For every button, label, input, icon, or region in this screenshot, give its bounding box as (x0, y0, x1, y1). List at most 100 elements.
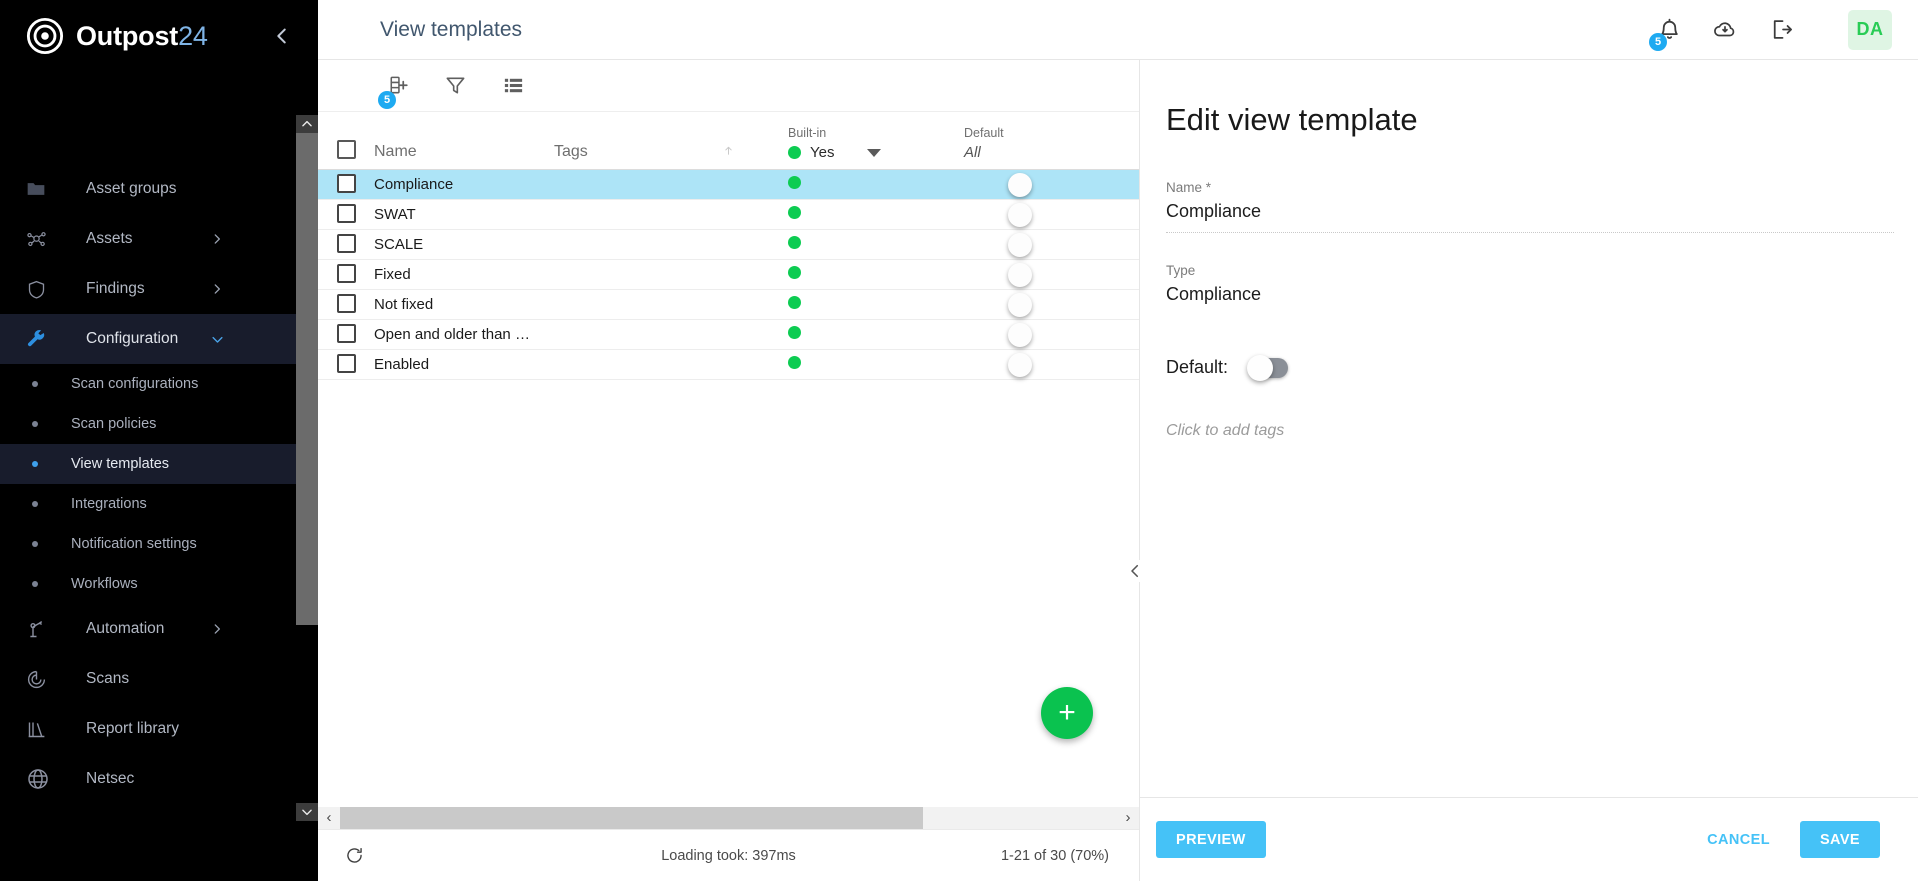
sort-ascending-icon (725, 146, 732, 155)
logout-icon[interactable] (1768, 17, 1794, 43)
cancel-button[interactable]: CANCEL (1691, 821, 1786, 858)
sidebar-item-label: Automation (86, 620, 165, 637)
default-filter-value[interactable]: All (964, 144, 1134, 161)
chevron-left-icon[interactable] (270, 24, 294, 48)
sidebar-item-integrations[interactable]: Integrations (0, 484, 318, 524)
row-checkbox[interactable] (336, 204, 356, 223)
row-spacer (722, 303, 788, 307)
horizontal-scroll-track[interactable] (340, 807, 1117, 829)
caret-down-icon[interactable] (867, 148, 882, 157)
chevron-down-icon[interactable] (296, 803, 318, 821)
table-status-bar: Loading took: 397ms 1-21 of 30 (70%) (318, 829, 1139, 881)
scroll-left-icon[interactable]: ‹ (318, 807, 340, 829)
chevron-left-icon[interactable] (1124, 560, 1146, 582)
sidebar-item-asset-groups[interactable]: Asset groups (0, 164, 318, 214)
green-status-dot-icon (788, 146, 801, 159)
filter-funnel-icon[interactable] (442, 73, 468, 99)
avatar[interactable]: DA (1848, 9, 1892, 50)
green-status-dot-icon (788, 325, 801, 339)
sidebar-item-report-library[interactable]: Report library (0, 704, 318, 754)
table-row[interactable]: Fixed (318, 260, 1139, 290)
sidebar-item-configuration[interactable]: Configuration (0, 314, 318, 364)
globe-icon (26, 768, 56, 790)
scroll-right-icon[interactable]: › (1117, 807, 1139, 829)
default-toggle[interactable] (1247, 354, 1289, 381)
sidebar-item-label: Scan policies (71, 416, 157, 432)
row-checkbox[interactable] (336, 324, 356, 343)
row-default (964, 326, 1134, 344)
table-row[interactable]: Compliance (318, 170, 1139, 200)
sidebar-item-findings[interactable]: Findings (0, 264, 318, 314)
row-checkbox[interactable] (336, 234, 356, 253)
sidebar-item-scan-policies[interactable]: Scan policies (0, 404, 318, 444)
green-status-dot-icon (788, 175, 801, 189)
column-header-tags[interactable]: Tags (554, 143, 722, 161)
sidebar-item-assets[interactable]: Assets (0, 214, 318, 264)
horizontal-scroll-thumb[interactable] (340, 807, 923, 829)
row-spacer (722, 333, 788, 337)
sidebar-item-label: Asset groups (86, 180, 177, 197)
row-checkbox[interactable] (336, 264, 356, 283)
row-checkbox-cell (318, 234, 374, 255)
table-row[interactable]: Open and older than … (318, 320, 1139, 350)
row-checkbox[interactable] (336, 294, 356, 313)
sidebar-item-notification-settings[interactable]: Notification settings (0, 524, 318, 564)
row-checkbox-cell (318, 354, 374, 375)
table-row[interactable]: SWAT (318, 200, 1139, 230)
select-all-checkbox[interactable] (336, 140, 356, 159)
automation-icon (26, 618, 56, 640)
sidebar-item-netsec[interactable]: Netsec (0, 754, 318, 804)
table-row[interactable]: SCALE (318, 230, 1139, 260)
column-header-default[interactable]: Default All (964, 126, 1134, 161)
list-view-icon[interactable] (500, 73, 526, 99)
table-row[interactable]: Enabled (318, 350, 1139, 380)
row-checkbox[interactable] (336, 174, 356, 193)
add-column-icon[interactable]: 5 (378, 73, 410, 109)
page-title: View templates (380, 17, 523, 41)
sidebar-item-scans[interactable]: Scans (0, 654, 318, 704)
cloud-download-icon[interactable] (1712, 17, 1738, 43)
sort-indicator-cell[interactable] (722, 144, 788, 161)
column-header-label: Tags (554, 143, 588, 160)
row-checkbox-cell (318, 174, 374, 195)
sidebar-item-label: Configuration (86, 330, 179, 347)
top-bar: View templates 5 DA (318, 0, 1918, 60)
refresh-icon[interactable] (344, 845, 366, 867)
name-input[interactable]: Compliance (1166, 201, 1894, 233)
column-header-builtin[interactable]: Built-in Yes (788, 126, 964, 161)
bullet-icon (32, 501, 38, 507)
sidebar-item-label: Scans (86, 670, 130, 687)
add-template-button[interactable]: + (1041, 687, 1093, 739)
save-button[interactable]: SAVE (1799, 821, 1880, 858)
sidebar-item-scan-configurations[interactable]: Scan configurations (0, 364, 318, 404)
column-header-label: Name (374, 143, 417, 160)
notifications-bell-icon[interactable]: 5 (1649, 17, 1682, 51)
bullet-icon (32, 541, 38, 547)
row-spacer (722, 363, 788, 367)
table-horizontal-scrollbar[interactable]: ‹ › (318, 807, 1139, 829)
sidebar-scrollbar-thumb[interactable] (296, 133, 318, 625)
row-checkbox[interactable] (336, 354, 356, 373)
preview-button[interactable]: PREVIEW (1156, 821, 1266, 858)
row-default (964, 176, 1134, 194)
sidebar-item-workflows[interactable]: Workflows (0, 564, 318, 604)
sidebar-item-view-templates[interactable]: View templates (0, 444, 318, 484)
sidebar-item-label: Netsec (86, 770, 135, 787)
report-library-icon (26, 718, 56, 740)
add-tags-placeholder[interactable]: Click to add tags (1166, 422, 1894, 440)
table-header-row: Name Tags Built-in Yes Default All (318, 112, 1139, 170)
table-row[interactable]: Not fixed (318, 290, 1139, 320)
row-checkbox-cell (318, 264, 374, 285)
row-builtin (788, 205, 964, 224)
green-status-dot-icon (788, 265, 801, 279)
row-builtin (788, 265, 964, 284)
sidebar-item-automation[interactable]: Automation (0, 604, 318, 654)
type-field-group: Type Compliance (1166, 263, 1894, 315)
folder-icon (26, 178, 56, 200)
chevron-up-icon[interactable] (296, 115, 318, 133)
row-builtin (788, 235, 964, 254)
column-header-name[interactable]: Name (374, 143, 554, 161)
sidebar-scrollbar[interactable] (296, 115, 318, 821)
edit-template-pane: Edit view template Name * Compliance Typ… (1124, 60, 1918, 881)
builtin-filter-value[interactable]: Yes (788, 144, 964, 161)
